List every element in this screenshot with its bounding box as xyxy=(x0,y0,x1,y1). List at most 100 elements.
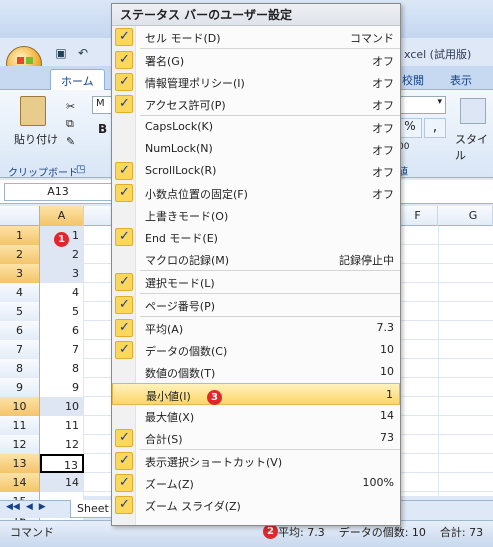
cell-a[interactable]: 2 xyxy=(40,245,84,264)
cell-a[interactable]: 9 xyxy=(40,378,84,397)
undo-icon[interactable]: ↶ xyxy=(74,44,92,62)
row-header[interactable]: 11 xyxy=(0,416,40,435)
checkmark-icon xyxy=(115,319,133,337)
menu-item-label: ページ番号(P) xyxy=(145,300,215,313)
menu-item[interactable]: 最大値(X) 14 xyxy=(112,405,400,427)
menu-item[interactable]: 最小値(I) 1 xyxy=(112,383,400,405)
styles-label[interactable]: スタイル xyxy=(455,131,493,163)
cell-a[interactable]: 5 xyxy=(40,302,84,321)
menu-item[interactable]: NumLock(N) オフ xyxy=(112,138,400,160)
row-header[interactable]: 5 xyxy=(0,302,40,321)
first-sheet-icon[interactable]: ◀◀ xyxy=(6,502,20,512)
row-header[interactable]: 14 xyxy=(0,473,40,492)
quick-access-toolbar: ▣ ↶ xyxy=(52,44,92,64)
menu-title: ステータス バーのユーザー設定 xyxy=(112,4,400,26)
menu-item[interactable]: 平均(A) 7.3 xyxy=(112,317,400,339)
menu-item[interactable]: マクロの記録(M) 記録停止中 xyxy=(112,248,400,270)
percent-button[interactable]: % xyxy=(398,118,422,138)
name-box[interactable]: A13 xyxy=(4,183,112,201)
checkmark-icon xyxy=(115,341,133,359)
menu-item-value: オフ xyxy=(372,166,394,179)
tab-home[interactable]: ホーム xyxy=(50,69,105,91)
row-header[interactable]: 2 xyxy=(0,245,40,264)
cell-a[interactable]: 14 xyxy=(40,473,84,492)
row-header[interactable]: 12 xyxy=(0,435,40,454)
menu-item[interactable]: 合計(S) 73 xyxy=(112,427,400,449)
next-sheet-icon[interactable]: ▶ xyxy=(39,502,46,512)
sheet-tab[interactable]: Sheet xyxy=(70,500,116,518)
callout-badge-1: 1 xyxy=(54,232,69,247)
row-header[interactable]: 9 xyxy=(0,378,40,397)
menu-item-label: ズーム(Z) xyxy=(145,478,194,491)
select-all-corner[interactable] xyxy=(0,206,40,226)
menu-item[interactable]: ズーム(Z) 100% xyxy=(112,472,400,494)
sheet-nav: ◀◀ ◀ ▶ xyxy=(6,502,46,512)
row-header[interactable]: 7 xyxy=(0,340,40,359)
prev-sheet-icon[interactable]: ◀ xyxy=(26,502,33,512)
checkmark-icon xyxy=(115,474,133,492)
menu-item[interactable]: CapsLock(K) オフ xyxy=(112,116,400,138)
cell-a[interactable]: 8 xyxy=(40,359,84,378)
row-header[interactable]: 13 xyxy=(0,454,40,473)
menu-item[interactable]: 小数点位置の固定(F) オフ xyxy=(112,182,400,204)
menu-item[interactable]: 署名(G) オフ xyxy=(112,49,400,71)
menu-item-value: 73 xyxy=(380,431,394,444)
cell-a[interactable]: 3 xyxy=(40,264,84,283)
bold-button[interactable]: B xyxy=(98,122,107,136)
menu-item[interactable]: ScrollLock(R) オフ xyxy=(112,160,400,182)
cell-a[interactable]: 13 xyxy=(40,454,84,473)
menu-item[interactable]: データの個数(C) 10 xyxy=(112,339,400,361)
menu-item-label: 合計(S) xyxy=(145,433,183,446)
column-header-a[interactable]: A xyxy=(40,206,84,226)
callout-badge-2: 2 xyxy=(263,524,278,539)
number-format-dropdown[interactable]: ▾ xyxy=(398,96,446,114)
status-bar-customize-menu: ステータス バーのユーザー設定 セル モード(D)コマンド署名(G)オフ情報管理… xyxy=(111,3,401,526)
row-header[interactable]: 3 xyxy=(0,264,40,283)
cell-a[interactable]: 6 xyxy=(40,321,84,340)
column-header-g[interactable]: G xyxy=(454,206,493,226)
copy-icon[interactable]: ⧉ xyxy=(66,117,75,131)
menu-item-label: マクロの記録(M) xyxy=(145,254,230,267)
checkmark-icon xyxy=(115,28,133,46)
cell-a[interactable]: 4 xyxy=(40,283,84,302)
menu-item[interactable]: セル モード(D) コマンド xyxy=(112,26,400,48)
styles-icon[interactable] xyxy=(460,98,486,124)
menu-item-label: 最大値(X) xyxy=(145,411,195,424)
menu-item-value: 14 xyxy=(380,409,394,422)
cell-a[interactable]: 10 xyxy=(40,397,84,416)
menu-item[interactable]: 情報管理ポリシー(I) オフ xyxy=(112,71,400,93)
tab-view[interactable]: 表示 xyxy=(440,69,482,91)
menu-item[interactable]: アクセス許可(P) オフ xyxy=(112,93,400,115)
menu-item-label: 上書きモード(O) xyxy=(145,210,229,223)
menu-item[interactable]: 表示選択ショートカット(V) xyxy=(112,450,400,472)
menu-item[interactable]: End モード(E) xyxy=(112,226,400,248)
menu-item[interactable]: 選択モード(L) xyxy=(112,271,400,293)
menu-item[interactable]: 数値の個数(T) 10 xyxy=(112,361,400,383)
row-header[interactable]: 6 xyxy=(0,321,40,340)
menu-item-value: 1 xyxy=(386,388,393,401)
row-header[interactable]: 4 xyxy=(0,283,40,302)
paste-button-label[interactable]: 貼り付け xyxy=(14,131,58,147)
checkmark-icon xyxy=(115,184,133,202)
cut-icon[interactable]: ✂ xyxy=(66,100,75,113)
menu-item-value: 100% xyxy=(362,476,394,489)
row-header[interactable]: 8 xyxy=(0,359,40,378)
menu-item[interactable]: 上書きモード(O) xyxy=(112,204,400,226)
format-painter-icon[interactable]: ✎ xyxy=(66,135,75,148)
paste-icon[interactable] xyxy=(20,96,46,126)
clipboard-launcher-icon[interactable]: ◳ xyxy=(76,164,85,175)
row-header[interactable]: 1 xyxy=(0,226,40,245)
column-header-f[interactable]: F xyxy=(398,206,438,226)
comma-button[interactable]: , xyxy=(424,118,446,138)
row-header[interactable]: 10 xyxy=(0,397,40,416)
cell-a[interactable]: 11 xyxy=(40,416,84,435)
menu-item[interactable]: ページ番号(P) xyxy=(112,294,400,316)
cell-a[interactable]: 7 xyxy=(40,340,84,359)
checkmark-icon xyxy=(115,429,133,447)
menu-item-label: NumLock(N) xyxy=(145,142,213,155)
save-icon[interactable]: ▣ xyxy=(52,44,70,62)
menu-item-value: オフ xyxy=(372,188,394,201)
menu-item[interactable]: ズーム スライダ(Z) xyxy=(112,494,400,516)
menu-item-value: オフ xyxy=(372,55,394,68)
cell-a[interactable]: 12 xyxy=(40,435,84,454)
